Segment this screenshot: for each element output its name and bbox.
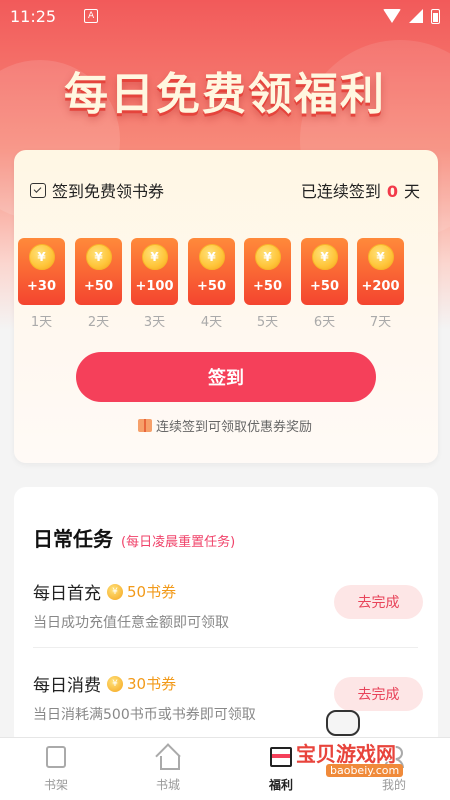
day-amount: +50: [310, 279, 339, 294]
task-complete-button[interactable]: 去完成: [334, 677, 423, 711]
sign-in-button[interactable]: 签到: [76, 352, 376, 402]
gift-icon: [137, 419, 152, 432]
day-label: 1天: [30, 315, 53, 330]
day-label: 4天: [200, 315, 223, 330]
coin-icon: ¥: [107, 583, 123, 600]
sign-in-tip-text: 连续签到可领取优惠券奖励: [155, 420, 312, 435]
day-label: 5天: [256, 315, 279, 330]
day-amount: +200: [361, 279, 400, 294]
calendar-check-icon: [30, 182, 46, 198]
status-bar: 11:25 A: [0, 0, 450, 32]
sign-in-title: 签到免费领书券: [52, 182, 165, 201]
watermark-url: baobeiy.com: [326, 764, 404, 777]
coin-icon: ¥: [198, 244, 225, 270]
streak-count: 0: [386, 182, 398, 201]
battery-icon: [431, 8, 440, 24]
coin-icon: ¥: [367, 244, 394, 270]
task-name: 每日消费: [33, 676, 101, 696]
sign-in-tip: 连续签到可领取优惠券奖励: [0, 416, 450, 435]
home-icon: [156, 747, 180, 770]
day-label: 2天: [87, 315, 110, 330]
day-reward: ¥ +200 7天: [357, 238, 404, 330]
banner-title: 每日免费领福利: [64, 69, 386, 120]
streak-prefix: 已连续签到: [300, 182, 381, 201]
divider: [33, 647, 418, 648]
coin-icon: ¥: [141, 244, 168, 270]
day-label: 7天: [369, 315, 392, 330]
tab-label: 书架: [43, 778, 68, 792]
day-reward: ¥ +30 1天: [18, 238, 65, 330]
coin-icon: ¥: [28, 244, 55, 270]
tab-label: 书城: [155, 778, 180, 792]
tab-bookshelf[interactable]: 书架: [16, 744, 96, 793]
streak-suffix: 天: [403, 182, 420, 201]
coin-icon: ¥: [311, 244, 338, 270]
task-reward: 50书券: [127, 583, 177, 601]
tab-bookstore[interactable]: 书城: [128, 744, 208, 793]
bookshelf-icon: [46, 746, 66, 768]
wifi-icon: [383, 9, 401, 23]
coin-icon: ¥: [254, 244, 281, 270]
day-amount: +50: [84, 279, 113, 294]
tasks-subtitle: (每日凌晨重置任务): [121, 535, 236, 550]
coin-icon: ¥: [107, 675, 123, 692]
day-label: 6天: [313, 315, 336, 330]
task-complete-button[interactable]: 去完成: [334, 585, 423, 619]
coin-icon: ¥: [85, 244, 112, 270]
gamepad-icon: [326, 710, 360, 736]
day-label: 3天: [143, 315, 166, 330]
day-amount: +50: [197, 279, 226, 294]
daily-tasks-card: 日常任务 (每日凌晨重置任务) 每日首充 ¥ 50书券 当日成功充值任意金额即可…: [14, 487, 438, 747]
status-time: 11:25: [10, 6, 57, 26]
day-reward: ¥ +50 2天: [75, 238, 122, 330]
day-amount: +100: [135, 279, 174, 294]
day-reward: ¥ +50 5天: [244, 238, 291, 330]
task-name: 每日首充: [33, 584, 101, 604]
day-amount: +50: [253, 279, 282, 294]
signal-icon: [409, 9, 423, 23]
watermark-text: 宝贝游戏网: [296, 742, 396, 766]
task-reward: 30书券: [127, 675, 177, 693]
day-amount: +30: [27, 279, 56, 294]
task-item: 每日首充 ¥ 50书券 当日成功充值任意金额即可领取 去完成: [33, 579, 423, 632]
day-reward: ¥ +50 4天: [188, 238, 235, 330]
tasks-title: 日常任务: [33, 527, 113, 551]
notification-icon: A: [84, 9, 99, 23]
watermark: 宝贝游戏网 baobeiy.com: [286, 710, 426, 780]
day-reward: ¥ +100 3天: [131, 238, 178, 330]
day-reward: ¥ +50 6天: [301, 238, 348, 330]
